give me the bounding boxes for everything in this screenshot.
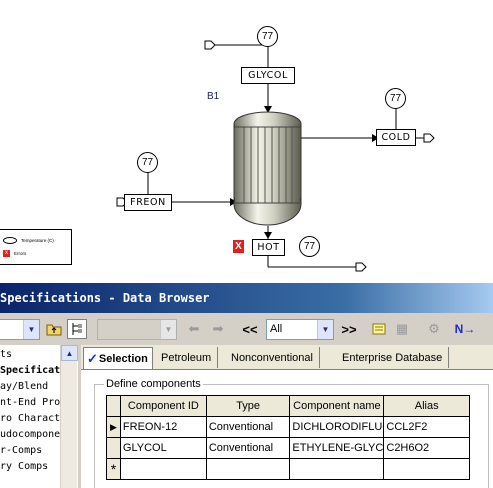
- chevron-down-icon[interactable]: ▼: [160, 320, 176, 339]
- tab-label: Nonconventional: [231, 351, 313, 364]
- previous-page-button[interactable]: <<: [240, 319, 260, 339]
- window-title: Specifications - Data Browser: [0, 291, 210, 305]
- data-browser-toolbar: ▼ ▼ ⬅ ➡ << All ▼ >> ▦ ⚙ N→: [0, 315, 493, 343]
- section-select-combo[interactable]: ▼: [97, 319, 177, 340]
- scroll-up-icon[interactable]: ▲: [61, 345, 78, 361]
- chevron-down-icon[interactable]: ▼: [23, 320, 39, 339]
- empty-cell[interactable]: [205, 458, 291, 480]
- column-header[interactable]: Type: [205, 395, 291, 417]
- row-selector[interactable]: [106, 437, 121, 459]
- tree-item[interactable]: ay/Blend: [0, 381, 48, 392]
- empty-cell[interactable]: [289, 458, 385, 480]
- tab-petroleum[interactable]: Petroleum: [155, 347, 219, 368]
- error-icon[interactable]: X: [233, 240, 244, 253]
- legend-temperature-label: Temperature (C): [21, 238, 54, 243]
- hot-temperature-tag[interactable]: 77: [299, 236, 320, 257]
- error-x-icon: x: [3, 250, 10, 257]
- folder-up-icon[interactable]: [44, 319, 64, 339]
- column-header[interactable]: Component ID: [119, 395, 207, 417]
- component-name-cell[interactable]: DICHLORODIFLUOROMETHANE: [289, 416, 385, 438]
- component-alias-cell[interactable]: CCL2F2: [383, 416, 470, 438]
- empty-cell[interactable]: [119, 458, 207, 480]
- new-row-asterisk-icon[interactable]: *: [106, 458, 121, 480]
- form-select-combo[interactable]: ▼: [0, 319, 40, 340]
- freon-temperature-tag[interactable]: 77: [137, 152, 158, 173]
- window-title-bar[interactable]: Specifications - Data Browser: [0, 283, 493, 313]
- forward-arrow-icon[interactable]: ➡: [208, 319, 228, 339]
- column-header[interactable]: Component name: [289, 395, 385, 417]
- tree-view-toggle-icon[interactable]: [67, 319, 87, 339]
- next-page-button[interactable]: >>: [339, 319, 359, 339]
- component-name-cell[interactable]: ETHYLENE-GLYCOL: [289, 437, 385, 459]
- data-browser-window: Specifications - Data Browser ▼ ▼ ⬅ ➡ <<…: [0, 283, 493, 488]
- notes-icon[interactable]: [369, 319, 389, 339]
- gear-icon[interactable]: ⚙: [424, 319, 444, 339]
- stream-cold[interactable]: COLD: [376, 129, 416, 146]
- tree-item[interactable]: udocomponer: [0, 429, 66, 440]
- tab-nonconventional[interactable]: Nonconventional: [225, 347, 320, 368]
- glycol-temperature-tag[interactable]: 77: [257, 26, 278, 47]
- tree-item[interactable]: ro Charact: [0, 413, 60, 424]
- current-row-arrow-icon[interactable]: ▶: [106, 416, 121, 438]
- flowsheet-lines: [116, 40, 435, 272]
- stream-freon[interactable]: FREON: [124, 194, 172, 211]
- cold-temperature-tag[interactable]: 77: [385, 88, 406, 109]
- tab-enterprise-database[interactable]: Enterprise Database: [336, 347, 450, 368]
- legend-errors-label: Errors: [14, 251, 27, 256]
- back-arrow-icon[interactable]: ⬅: [184, 319, 204, 339]
- row-selector-header[interactable]: [106, 395, 121, 417]
- filter-select[interactable]: All ▼: [266, 319, 334, 340]
- component-id-cell[interactable]: GLYCOL: [119, 437, 207, 459]
- group-label: Define components: [104, 378, 203, 390]
- tab-content: Define components Component ID Type Comp…: [81, 369, 493, 488]
- stream-glycol[interactable]: GLYCOL: [241, 67, 295, 84]
- tree-item[interactable]: nt-End Proj: [0, 397, 66, 408]
- tree-item[interactable]: ts: [0, 349, 12, 360]
- process-flowsheet[interactable]: 77 GLYCOL B1 77 COLD 77 FREON X HOT 77 T…: [0, 0, 493, 283]
- checkmark-icon: ✓: [87, 350, 98, 366]
- legend-errors-row: x Errors: [3, 250, 26, 257]
- component-type-cell[interactable]: Conventional: [205, 416, 291, 438]
- stream-hot[interactable]: HOT: [252, 239, 285, 256]
- define-components-group: Define components Component ID Type Comp…: [94, 378, 489, 488]
- block-id-label[interactable]: B1: [207, 91, 219, 102]
- tab-label: Enterprise Database: [342, 351, 443, 364]
- legend-temperature-row: Temperature (C): [3, 237, 54, 244]
- tree-scrollbar[interactable]: ▲: [60, 345, 78, 488]
- column-header[interactable]: Alias: [383, 395, 470, 417]
- tab-label: Selection: [98, 352, 148, 365]
- oval-icon: [3, 237, 17, 244]
- component-alias-cell[interactable]: C2H6O2: [383, 437, 470, 459]
- tab-label: Petroleum: [161, 351, 212, 364]
- status-icon[interactable]: ▦: [392, 319, 412, 339]
- tree-item[interactable]: ry Comps: [0, 461, 48, 472]
- chevron-down-icon[interactable]: ▼: [317, 320, 333, 339]
- component-type-cell[interactable]: Conventional: [205, 437, 291, 459]
- next-button[interactable]: N→: [452, 319, 478, 339]
- table-row[interactable]: ▶ FREON-12 Conventional DICHLORODIFLUORO…: [106, 416, 470, 438]
- tab-selection[interactable]: ✓ Selection: [83, 347, 153, 369]
- components-table: Component ID Type Component name Alias ▶…: [106, 395, 470, 480]
- new-table-row[interactable]: *: [106, 458, 470, 480]
- components-form: ✓ Selection Petroleum Nonconventional En…: [81, 345, 493, 488]
- empty-cell[interactable]: [383, 458, 470, 480]
- filter-value: All: [270, 323, 283, 335]
- tree-item[interactable]: r-Comps: [0, 445, 42, 456]
- table-header-row: Component ID Type Component name Alias: [106, 395, 470, 417]
- component-id-cell[interactable]: FREON-12: [119, 416, 207, 438]
- flowsheet-legend: Temperature (C) x Errors: [0, 229, 72, 265]
- table-row[interactable]: GLYCOL Conventional ETHYLENE-GLYCOL C2H6…: [106, 437, 470, 459]
